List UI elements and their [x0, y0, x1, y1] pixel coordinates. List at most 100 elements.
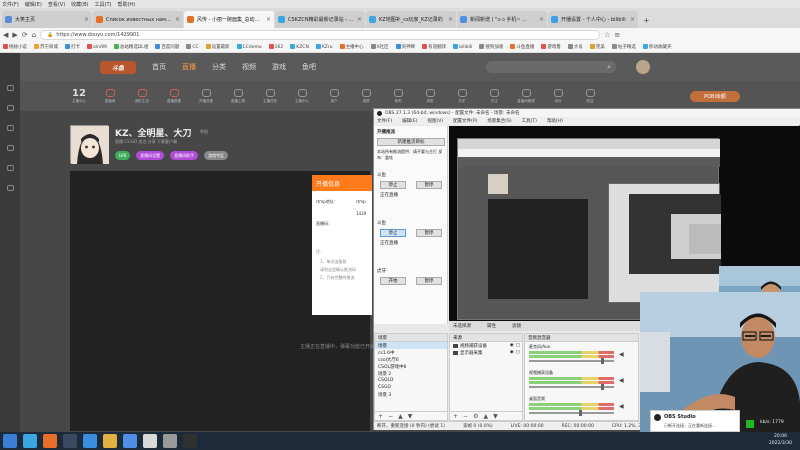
taskbar-cs-icon[interactable] [143, 434, 157, 448]
anchor-tool-item[interactable]: 收益 [580, 88, 600, 104]
source-item[interactable]: 视频捕获设备 ◉ ▢ [450, 342, 522, 349]
bookmark-item[interactable]: 总站精选DL组 [113, 44, 148, 50]
taskbar-ie-icon[interactable] [23, 434, 37, 448]
add-source-icon[interactable]: + [453, 413, 458, 420]
scene-item[interactable]: 场景 2 [375, 370, 447, 377]
browser-tab[interactable]: 开播设置 - 个人中心 - bilibili × [548, 11, 638, 28]
target-start-button[interactable]: 停止 [380, 181, 406, 189]
bookmark-item[interactable]: 设置最新 [205, 44, 230, 50]
scene-item[interactable]: CSGO [375, 384, 447, 391]
scene-item[interactable]: 场景 [375, 342, 447, 349]
lock-icon[interactable]: ▢ [516, 350, 520, 355]
menu-item[interactable]: 查看(V) [48, 1, 65, 8]
sidebar-video[interactable] [5, 145, 15, 151]
bookmark-item[interactable]: 桃秘小说 [3, 44, 27, 50]
obs-menu-item[interactable]: 视图(V) [427, 118, 443, 124]
anchor-tool-item[interactable]: 用户 [324, 88, 344, 104]
taskbar-media-icon[interactable] [83, 434, 97, 448]
menu-item[interactable]: 帮助(H) [117, 1, 135, 8]
add-scene-icon[interactable]: + [378, 413, 383, 420]
menu-item[interactable]: 工具(T) [95, 1, 112, 8]
anchor-avatar[interactable] [70, 125, 109, 164]
bookmark-item[interactable]: 完美 [589, 44, 605, 50]
browser-tab[interactable]: KZ地图补_cs玩家_KZ记录的 × [366, 11, 456, 28]
douyu-nav-item[interactable]: 游戏 [272, 62, 286, 72]
douyu-nav-item[interactable]: 首页 [152, 62, 166, 72]
anchor-tool-item[interactable]: 关注 [484, 88, 504, 104]
scene-item[interactable]: CSOL游戏中6 [375, 363, 447, 370]
scene-item[interactable]: 场景 3 [375, 391, 447, 398]
taskbar-firefox-icon[interactable] [43, 434, 57, 448]
browser-tab[interactable]: 大笑主页 × [2, 11, 92, 28]
pobi-button[interactable]: POBI余额 [690, 91, 740, 102]
bookmark-item[interactable]: 162 [268, 44, 283, 50]
close-icon[interactable]: × [175, 16, 180, 23]
profile-badge[interactable]: 游戏专区 [204, 151, 229, 160]
bookmark-item[interactable]: 斗鱼直播 [510, 44, 534, 50]
bookmark-item[interactable]: 剑神降 [395, 44, 415, 50]
bookmark-item[interactable]: 苏宁商城 [34, 44, 58, 50]
anchor-tool-item[interactable]: 历史 [452, 88, 472, 104]
browser-tab[interactable]: Список известных нам карт× [93, 11, 183, 28]
new-tab-icon[interactable]: + [643, 16, 650, 25]
rtmp-value[interactable]: rtmp [356, 199, 366, 204]
volume-slider-handle[interactable] [600, 358, 604, 364]
anchor-tool-item[interactable]: 视频 [356, 88, 376, 104]
close-icon[interactable]: × [630, 16, 635, 23]
bookmark-item[interactable]: 游戏鲁 [541, 44, 561, 50]
source-toolbar-item[interactable]: 属性 [487, 323, 496, 329]
user-avatar[interactable] [636, 60, 650, 74]
anchor-tool-item[interactable]: 我的主页 [132, 88, 152, 104]
menu-item[interactable]: 收藏(B) [71, 1, 88, 8]
bookmark-item[interactable]: KZCN [290, 44, 309, 50]
bookmark-item[interactable]: 大号 [567, 44, 583, 50]
bookmark-item[interactable]: 移动收藏夹 [642, 44, 671, 50]
report-link[interactable]: 举报 [200, 129, 208, 135]
browser-tab[interactable]: CSKZCN精彩最新记录站 - Kre × [275, 11, 365, 28]
close-icon[interactable]: × [357, 16, 362, 23]
volume-slider[interactable] [529, 412, 614, 414]
back-icon[interactable]: ◀ [3, 31, 8, 39]
sidebar-category[interactable] [5, 125, 15, 131]
sidebar-game[interactable] [5, 165, 15, 171]
taskbar-steam-icon[interactable] [63, 434, 77, 448]
sidebar-home[interactable] [5, 85, 15, 91]
anchor-tool-item[interactable]: 主播中心 [292, 88, 312, 104]
target-start-button[interactable]: 停止 [380, 229, 406, 237]
bookmark-item[interactable]: X社区 [370, 44, 389, 50]
target-start-button[interactable]: 开始 [380, 277, 406, 285]
move-down-icon[interactable]: ▼ [493, 413, 498, 420]
anchor-tool-item[interactable]: 直播数据 [164, 88, 184, 104]
target-pause-button[interactable]: 暂停 [416, 229, 442, 237]
source-item[interactable]: 显示器采集 ◉ ▢ [450, 349, 522, 356]
douyu-nav-item[interactable]: 直播 [182, 62, 196, 72]
profile-badge[interactable]: LV8 [115, 151, 131, 160]
menu-item[interactable]: 文件(F) [2, 1, 19, 8]
bookmark-item[interactable]: CC [186, 44, 199, 50]
home-icon[interactable]: ⌂ [32, 31, 36, 39]
scene-item[interactable]: CSOLD [375, 377, 447, 384]
lock-icon[interactable]: ▢ [516, 343, 520, 348]
douyu-search[interactable]: ⌕ [486, 61, 616, 73]
close-icon[interactable]: × [266, 16, 271, 23]
gear-icon[interactable]: ⚙ [473, 413, 478, 420]
bookmark-item[interactable]: 打卡 [65, 44, 80, 50]
profile-badge[interactable]: 直播间设置 [136, 151, 165, 160]
system-clock[interactable]: 20:06 2022/3/30 [769, 433, 792, 447]
sidebar-fish[interactable] [5, 185, 15, 191]
scene-item[interactable]: cs1.6中 [375, 349, 447, 356]
star-icon[interactable]: ☆ [604, 31, 610, 39]
bookmark-item[interactable]: 百度问题 [155, 44, 179, 50]
speaker-icon[interactable]: ◀ [619, 352, 625, 358]
source-toolbar-item[interactable]: 滤镜 [512, 323, 521, 329]
profile-badge[interactable]: 直播间助手 [170, 151, 199, 160]
remove-scene-icon[interactable]: − [388, 413, 393, 420]
anchor-tool-item[interactable]: 鱼吧 [388, 88, 408, 104]
douyu-nav-item[interactable]: 分类 [212, 62, 226, 72]
menu-icon[interactable]: ≡ [614, 31, 620, 39]
bookmark-item[interactable]: CCdemo [236, 44, 262, 50]
anchor-tool-item[interactable]: 主播任务 [260, 88, 280, 104]
obs-menu-item[interactable]: 文件(F) [377, 118, 392, 124]
anchor-tool-item[interactable]: 直播工具 [228, 88, 248, 104]
address-bar[interactable]: 🔒 https://www.douyu.com/1429901 [40, 30, 601, 40]
